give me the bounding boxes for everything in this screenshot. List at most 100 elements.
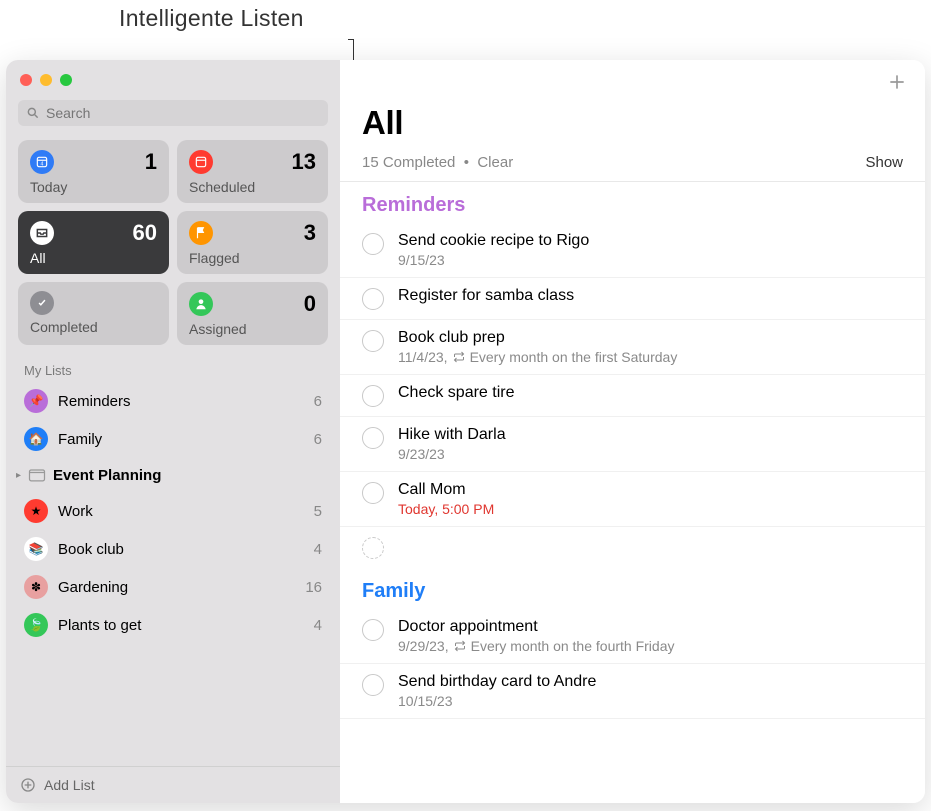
calendar-icon (189, 150, 213, 174)
chevron-right-icon: ▸ (16, 470, 21, 481)
reminder-row[interactable]: Hike with Darla 9/23/23 (340, 417, 925, 472)
close-window-button[interactable] (20, 74, 32, 86)
search-input[interactable] (46, 105, 320, 121)
minimize-window-button[interactable] (40, 74, 52, 86)
section-header: Family (340, 568, 925, 609)
add-list-button[interactable]: Add List (6, 766, 340, 803)
smart-list-count: 0 (304, 291, 316, 317)
reminder-row[interactable] (340, 527, 925, 568)
smart-list-all[interactable]: 60 All (18, 211, 169, 274)
smart-list-count: 13 (292, 149, 316, 175)
sidebar: 4 1 Today 13 Scheduled (6, 60, 340, 803)
complete-toggle[interactable] (362, 330, 384, 352)
sidebar-list-item[interactable]: ✽ Gardening 16 (6, 568, 340, 606)
sidebar-item-count: 4 (314, 617, 322, 634)
reminder-title: Send cookie recipe to Rigo (398, 232, 903, 250)
reminder-title: Call Mom (398, 481, 903, 499)
plus-circle-icon (20, 777, 36, 793)
smart-list-label: Flagged (189, 250, 316, 266)
reminder-repeat-text: Every month on the first Saturday (470, 349, 678, 365)
reminder-title: Doctor appointment (398, 618, 903, 636)
main-area: All 15 Completed • Clear Show Reminders … (340, 60, 925, 803)
reminder-row[interactable]: Send birthday card to Andre 10/15/23 (340, 664, 925, 719)
reminder-subtext: 11/4/23, Every month on the first Saturd… (398, 349, 903, 365)
list-icon: ✽ (24, 575, 48, 599)
section-header: Reminders (340, 182, 925, 223)
sidebar-item-label: Book club (58, 541, 304, 558)
svg-text:4: 4 (41, 162, 44, 168)
reminder-subtext: 10/15/23 (398, 693, 903, 709)
add-reminder-placeholder-icon[interactable] (362, 537, 384, 559)
smart-list-label: All (30, 250, 157, 266)
complete-toggle[interactable] (362, 427, 384, 449)
completed-count-text: 15 Completed (362, 154, 455, 171)
sidebar-item-label: Reminders (58, 393, 304, 410)
sidebar-item-label: Family (58, 431, 304, 448)
app-window: 4 1 Today 13 Scheduled (6, 60, 925, 803)
repeat-icon (454, 640, 466, 652)
reminder-title: Check spare tire (398, 384, 903, 402)
smart-list-label: Assigned (189, 321, 316, 337)
page-title: All (362, 104, 903, 142)
sidebar-item-label: Event Planning (53, 467, 330, 484)
smart-list-label: Completed (30, 319, 157, 335)
sidebar-list-item[interactable]: 📌 Reminders 6 (6, 382, 340, 420)
smart-list-scheduled[interactable]: 13 Scheduled (177, 140, 328, 203)
reminder-subtext: 9/15/23 (398, 252, 903, 268)
reminder-row[interactable]: Doctor appointment 9/29/23, Every month … (340, 609, 925, 664)
smart-list-count: 3 (304, 220, 316, 246)
window-controls (6, 60, 340, 94)
reminder-title: Hike with Darla (398, 426, 903, 444)
calendar-today-icon: 4 (30, 150, 54, 174)
sidebar-list-item[interactable]: 🏠 Family 6 (6, 420, 340, 458)
reminder-subtext: 9/23/23 (398, 446, 903, 462)
clear-button[interactable]: Clear (477, 154, 513, 171)
sidebar-item-label: Gardening (58, 579, 295, 596)
sidebar-item-count: 16 (305, 579, 322, 596)
reminder-title: Register for samba class (398, 287, 903, 305)
search-icon (26, 106, 40, 120)
complete-toggle[interactable] (362, 482, 384, 504)
smart-list-flagged[interactable]: 3 Flagged (177, 211, 328, 274)
complete-toggle[interactable] (362, 385, 384, 407)
search-field[interactable] (18, 100, 328, 126)
sidebar-list-item[interactable]: 🍃 Plants to get 4 (6, 606, 340, 644)
reminder-row[interactable]: Register for samba class (340, 278, 925, 320)
sidebar-list-item[interactable]: 📚 Book club 4 (6, 530, 340, 568)
smart-list-completed[interactable]: Completed (18, 282, 169, 345)
list-icon: 🍃 (24, 613, 48, 637)
reminder-row[interactable]: Send cookie recipe to Rigo 9/15/23 (340, 223, 925, 278)
fullscreen-window-button[interactable] (60, 74, 72, 86)
smart-list-count: 1 (145, 149, 157, 175)
reminder-title: Book club prep (398, 329, 903, 347)
smart-list-assigned[interactable]: 0 Assigned (177, 282, 328, 345)
sidebar-item-count: 6 (314, 393, 322, 410)
list-icon: ★ (24, 499, 48, 523)
complete-toggle[interactable] (362, 674, 384, 696)
complete-toggle[interactable] (362, 288, 384, 310)
add-reminder-button[interactable] (887, 72, 907, 92)
sidebar-item-count: 5 (314, 503, 322, 520)
complete-toggle[interactable] (362, 619, 384, 641)
repeat-icon (453, 351, 465, 363)
show-button[interactable]: Show (865, 154, 903, 171)
smart-list-today[interactable]: 4 1 Today (18, 140, 169, 203)
reminder-subtext: Today, 5:00 PM (398, 501, 903, 517)
complete-toggle[interactable] (362, 233, 384, 255)
reminders-scroll[interactable]: Reminders Send cookie recipe to Rigo 9/1… (340, 182, 925, 803)
sidebar-item-label: Work (58, 503, 304, 520)
checkmark-circle-icon (30, 291, 54, 315)
inbox-icon (30, 221, 54, 245)
reminder-repeat-text: Every month on the fourth Friday (471, 638, 675, 654)
smart-list-label: Scheduled (189, 179, 316, 195)
reminder-row[interactable]: Check spare tire (340, 375, 925, 417)
list-icon: 📚 (24, 537, 48, 561)
sidebar-folder[interactable]: ▸ Event Planning (6, 458, 340, 492)
flag-icon (189, 221, 213, 245)
sidebar-list-item[interactable]: ★ Work 5 (6, 492, 340, 530)
reminder-row[interactable]: Call Mom Today, 5:00 PM (340, 472, 925, 527)
callout-label: Intelligente Listen (119, 5, 304, 32)
smart-lists-grid: 4 1 Today 13 Scheduled (6, 132, 340, 353)
add-list-label: Add List (44, 777, 95, 793)
reminder-row[interactable]: Book club prep 11/4/23, Every month on t… (340, 320, 925, 375)
